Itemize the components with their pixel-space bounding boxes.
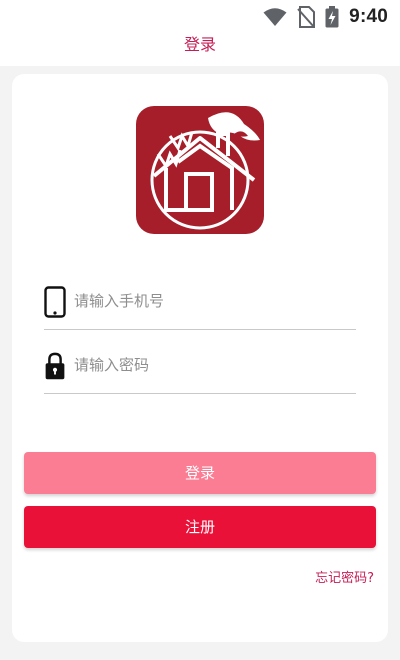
page-title: 登录 (183, 35, 216, 54)
login-button[interactable]: 登录 (24, 452, 376, 494)
no-sim-icon (297, 6, 316, 28)
phone-field (44, 278, 356, 330)
app-header: 登录 (0, 34, 400, 66)
wifi-icon (263, 8, 287, 26)
password-input[interactable] (74, 352, 344, 378)
password-field (44, 342, 356, 394)
status-time: 9:40 (349, 6, 388, 27)
status-icons: 9:40 (263, 6, 388, 28)
status-bar: 9:40 (0, 0, 400, 34)
battery-charging-icon (325, 6, 339, 28)
phone-icon (44, 286, 66, 318)
register-button[interactable]: 注册 (24, 506, 376, 548)
login-card: 登录 注册 忘记密码? (12, 74, 388, 642)
lock-icon (45, 352, 65, 380)
house-logo-icon (136, 106, 264, 234)
phone-input[interactable] (74, 288, 344, 314)
forgot-password-link[interactable]: 忘记密码? (315, 567, 374, 586)
